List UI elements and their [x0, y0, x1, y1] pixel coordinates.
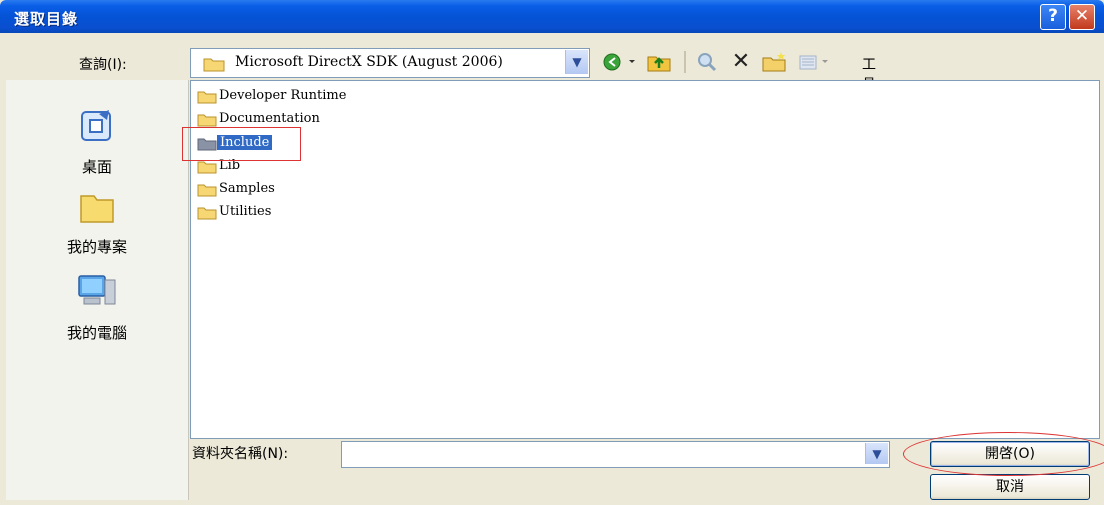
place-desktop[interactable]: 桌面 [6, 106, 188, 177]
select-directory-dialog: 選取目錄 ? ✕ 查詢(I): Microsoft DirectX SDK (A… [0, 0, 1104, 505]
views-icon [799, 55, 828, 70]
close-button[interactable]: ✕ [1069, 4, 1095, 30]
place-label: 我的專案 [66, 238, 127, 256]
title-bar[interactable]: 選取目錄 ? ✕ [0, 0, 1104, 33]
chevron-down-icon[interactable]: ▼ [565, 50, 588, 74]
folder-icon [197, 207, 217, 220]
toolbar-separator [684, 51, 686, 73]
folder-name-combobox[interactable]: ▼ [341, 441, 890, 468]
place-my-projects[interactable]: 我的專案 [6, 188, 188, 257]
new-folder-button[interactable] [760, 48, 788, 76]
search-icon [698, 53, 717, 72]
back-icon [603, 53, 635, 71]
list-item-label: Developer Runtime [219, 88, 347, 103]
back-button[interactable] [600, 48, 640, 76]
help-button[interactable]: ? [1040, 4, 1066, 30]
up-folder-button[interactable] [646, 48, 672, 76]
look-in-value: Microsoft DirectX SDK (August 2006) [235, 54, 503, 70]
desktop-icon [81, 110, 111, 141]
place-my-computer[interactable]: 我的電腦 [6, 272, 188, 343]
chevron-down-icon[interactable]: ▼ [865, 443, 888, 464]
folder-icon [203, 58, 225, 72]
folder-icon [197, 161, 217, 174]
place-label: 我的電腦 [66, 324, 127, 342]
annotation-rectangle [182, 127, 301, 161]
folder-list[interactable]: Developer Runtime Documentation Include … [190, 80, 1100, 439]
cancel-button[interactable]: 取消 [930, 474, 1090, 500]
list-item-label: Documentation [219, 111, 320, 126]
delete-icon: ✕ [731, 49, 751, 74]
list-item-label: Samples [219, 181, 275, 196]
search-web-button[interactable] [694, 48, 720, 76]
look-in-combobox[interactable]: Microsoft DirectX SDK (August 2006) ▼ [190, 48, 590, 78]
folder-icon [80, 195, 114, 223]
folder-name-label: 資料夾名稱(N): [192, 446, 289, 462]
folder-icon [197, 184, 217, 197]
place-label: 桌面 [81, 158, 112, 176]
views-button[interactable] [794, 48, 834, 76]
computer-icon [78, 275, 116, 305]
folder-icon [197, 114, 217, 127]
list-item-label: Utilities [219, 204, 272, 219]
annotation-ellipse [903, 432, 1104, 476]
folder-icon [197, 91, 217, 104]
up-folder-icon [647, 56, 671, 72]
look-in-label: 查詢(I): [79, 57, 127, 73]
window-title: 選取目錄 [14, 10, 79, 28]
delete-button[interactable]: ✕ [728, 48, 754, 76]
new-folder-icon [762, 52, 786, 72]
places-bar: 桌面 我的專案 我的電腦 [6, 80, 189, 500]
